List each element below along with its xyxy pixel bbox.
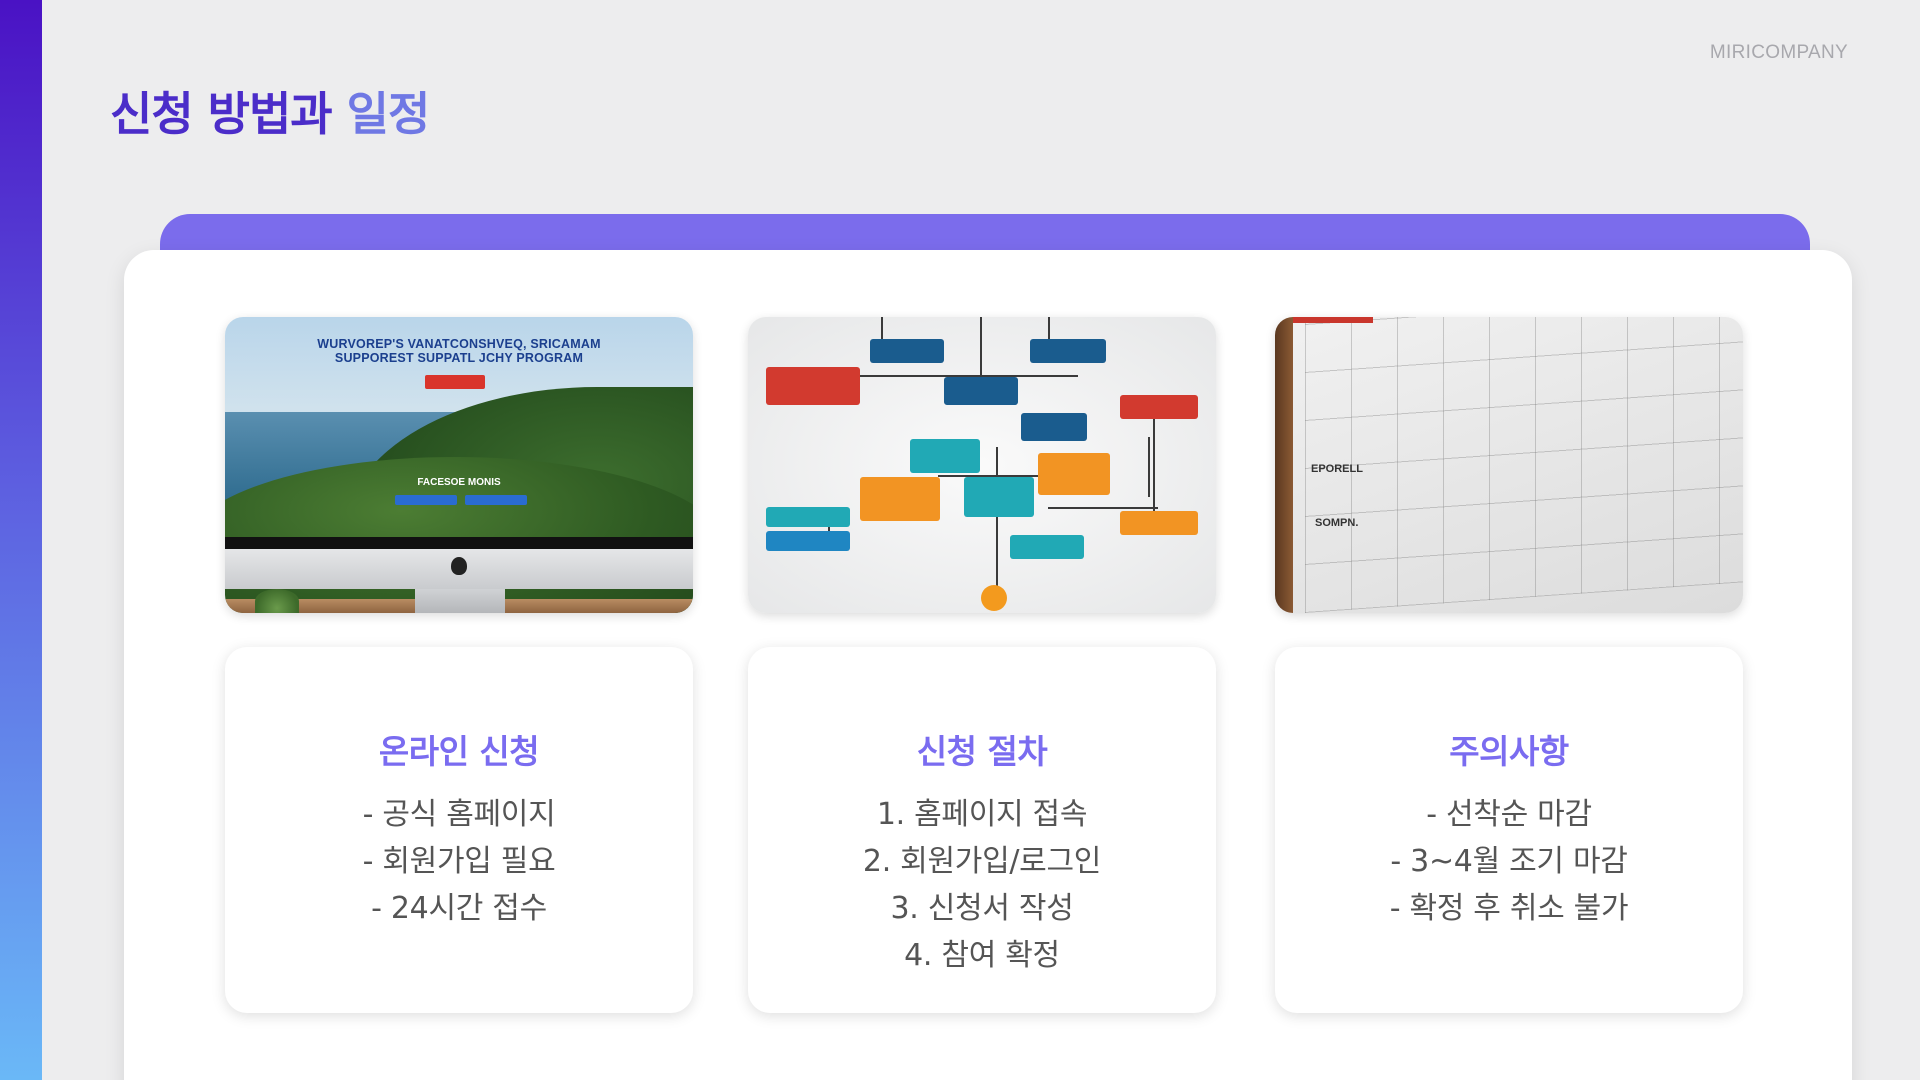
title-part-1: 신청 방법과	[110, 87, 333, 141]
list-item: - 3~4월 조기 마감	[1390, 844, 1628, 879]
list-item: - 공식 홈페이지	[362, 797, 556, 832]
list-item: 2. 회원가입/로그인	[862, 844, 1102, 879]
list-item: - 선착순 마감	[1426, 797, 1592, 832]
column-heading: 신청 절차	[916, 732, 1048, 771]
calendar-label: SOMPN.	[1315, 517, 1359, 529]
left-accent-bar	[0, 0, 42, 1080]
calendar-thumbnail-image: EPORELL SOMPN.	[1275, 317, 1743, 613]
list-item: 1. 홈페이지 접속	[876, 797, 1088, 832]
info-box-precautions: 주의사항 - 선착순 마감 - 3~4월 조기 마감 - 확정 후 취소 불가	[1275, 647, 1743, 1013]
page-title: 신청 방법과 일정	[110, 78, 431, 144]
info-box-application-procedure: 신청 절차 1. 홈페이지 접속 2. 회원가입/로그인 3. 신청서 작성 4…	[748, 647, 1216, 1013]
website-thumbnail-image: WURVOREP'S VANATCONSHVEQ, SRICAMAM SUPPO…	[225, 317, 693, 613]
column-application-procedure: 신청 절차 1. 홈페이지 접속 2. 회원가입/로그인 3. 신청서 작성 4…	[748, 317, 1216, 1013]
list-item: - 회원가입 필요	[362, 844, 556, 879]
website-headline-2: SUPPOREST SUPPATL JCHY PROGRAM	[334, 351, 584, 365]
column-online-application: WURVOREP'S VANATCONSHVEQ, SRICAMAM SUPPO…	[225, 317, 693, 1013]
list-item: 3. 신청서 작성	[890, 891, 1074, 926]
brand-label: MIRICOMPANY	[1709, 42, 1848, 63]
apple-logo-icon	[451, 557, 467, 575]
calendar-label: EPORELL	[1311, 463, 1363, 475]
column-heading: 주의사항	[1449, 732, 1569, 771]
list-item: - 24시간 접수	[371, 891, 547, 926]
column-precautions: EPORELL SOMPN. 주의사항 - 선착순 마감 - 3~4월 조기 마…	[1275, 317, 1743, 1013]
website-headline-1: WURVOREP'S VANATCONSHVEQ, SRICAMAM	[317, 337, 601, 351]
info-box-online-application: 온라인 신청 - 공식 홈페이지 - 회원가입 필요 - 24시간 접수	[225, 647, 693, 1013]
title-part-2: 일정	[346, 87, 431, 141]
column-heading: 온라인 신청	[378, 732, 540, 771]
flowchart-thumbnail-image	[748, 317, 1216, 613]
list-item: 4. 참여 확정	[904, 938, 1060, 973]
slide: MIRICOMPANY 신청 방법과 일정 WURVOREP'S VANATCO…	[0, 0, 1920, 1080]
website-midtext: FACESOE MONIS	[417, 477, 501, 488]
list-item: - 확정 후 취소 불가	[1389, 891, 1629, 926]
